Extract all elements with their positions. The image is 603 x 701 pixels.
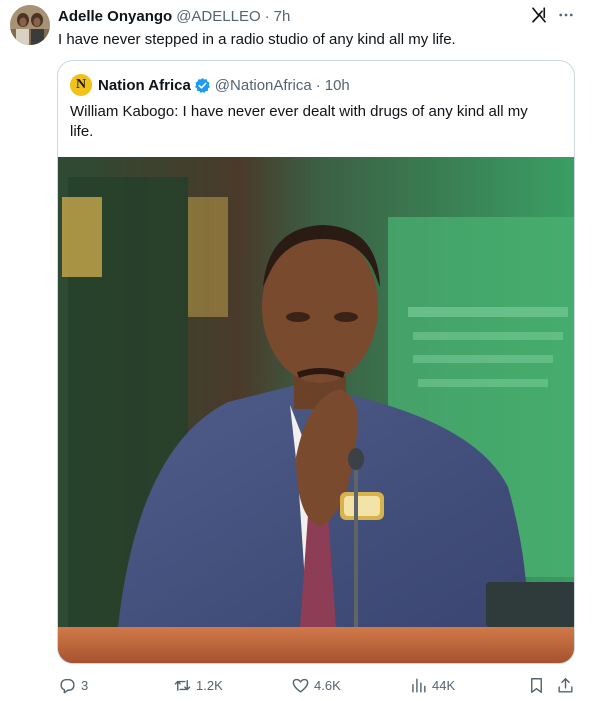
quoted-tweet-photo[interactable] bbox=[58, 157, 575, 664]
bookmark-button[interactable] bbox=[527, 674, 550, 696]
quoted-tweet-time[interactable]: 10h bbox=[325, 77, 350, 94]
quoted-author-name[interactable]: Nation Africa bbox=[98, 77, 191, 94]
separator-dot: · bbox=[264, 7, 270, 25]
tweet-text: I have never stepped in a radio studio o… bbox=[58, 31, 456, 48]
quoted-tweet-text: William Kabogo: I have never ever dealt … bbox=[70, 103, 528, 140]
verified-badge-icon bbox=[194, 77, 210, 93]
views-icon bbox=[412, 677, 426, 693]
quoted-author-handle[interactable]: @NationAfrica bbox=[215, 77, 312, 94]
tweet-header: Adelle Onyango @ADELLEO · 7h bbox=[58, 6, 290, 26]
more-icon[interactable] bbox=[556, 6, 576, 24]
author-handle[interactable]: @ADELLEO bbox=[176, 8, 260, 25]
quoted-tweet[interactable]: N Nation Africa @NationAfrica · 10h Will… bbox=[57, 60, 575, 664]
share-button[interactable] bbox=[556, 674, 579, 696]
separator-dot: · bbox=[315, 76, 321, 94]
reply-button[interactable]: 3 bbox=[58, 674, 88, 696]
reply-icon bbox=[60, 678, 75, 693]
avatar-image bbox=[10, 5, 50, 45]
nation-africa-logo[interactable]: N bbox=[70, 74, 92, 96]
bookmark-icon bbox=[531, 677, 542, 693]
heart-icon bbox=[292, 678, 309, 693]
author-name[interactable]: Adelle Onyango bbox=[58, 8, 172, 25]
quoted-tweet-header: N Nation Africa @NationAfrica · 10h bbox=[70, 73, 350, 97]
tweet[interactable]: Adelle Onyango @ADELLEO · 7h I have neve… bbox=[0, 0, 603, 701]
like-count: 4.6K bbox=[314, 677, 341, 693]
repost-button[interactable]: 1.2K bbox=[173, 674, 223, 696]
tweet-time[interactable]: 7h bbox=[274, 8, 291, 25]
views-button[interactable]: 44K bbox=[409, 674, 455, 696]
reply-count: 3 bbox=[81, 677, 89, 693]
grok-icon[interactable] bbox=[530, 6, 548, 24]
action-bar: 3 1.2K 4.6K 44K bbox=[0, 674, 603, 698]
views-count: 44K bbox=[432, 677, 456, 693]
repost-count: 1.2K bbox=[196, 677, 223, 693]
share-icon bbox=[558, 677, 573, 693]
avatar[interactable] bbox=[10, 5, 50, 45]
like-button[interactable]: 4.6K bbox=[291, 674, 341, 696]
repost-icon bbox=[174, 679, 191, 691]
